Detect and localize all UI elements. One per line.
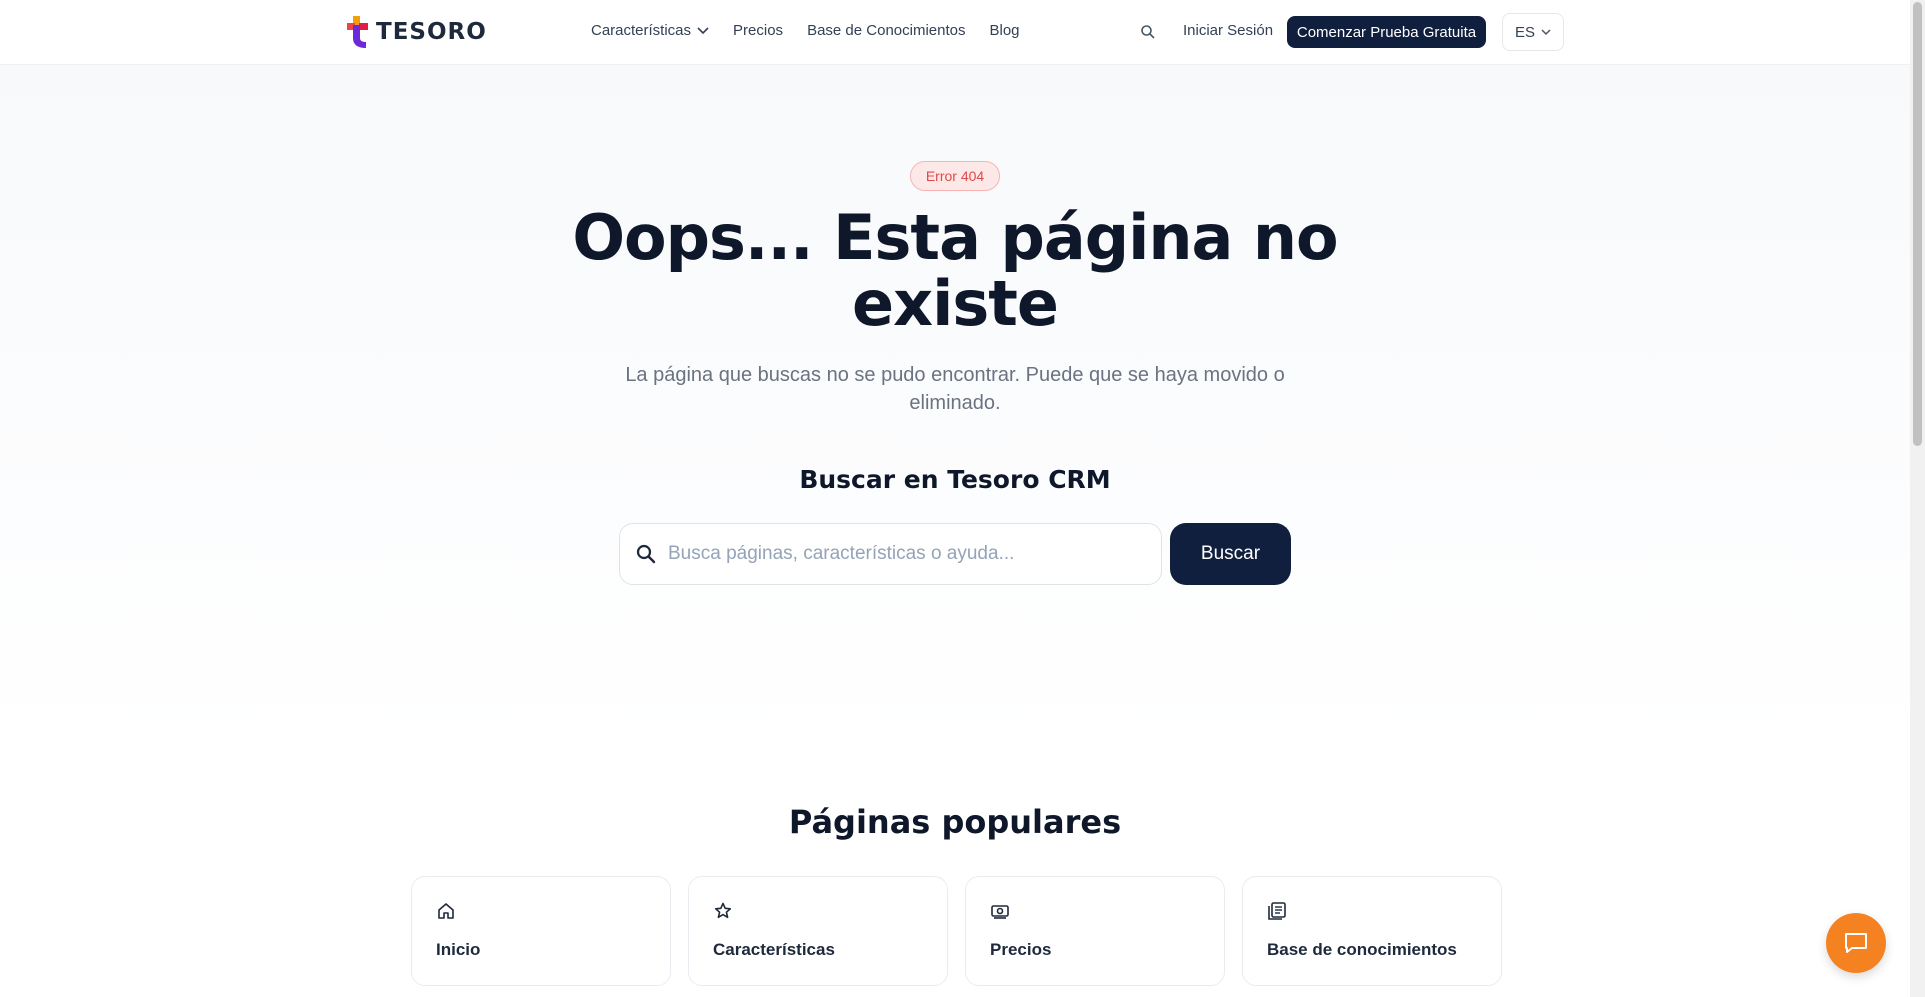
nav-links: Características Precios Base de Conocimi… <box>591 22 1044 39</box>
login-link[interactable]: Iniciar Sesión <box>1183 22 1273 39</box>
star-icon <box>714 902 732 919</box>
nav-link-label: Base de Conocimientos <box>807 22 966 39</box>
card-label: Inicio <box>436 940 481 959</box>
popular-pages-heading: Páginas populares <box>788 803 1122 841</box>
nav-link-knowledge-base[interactable]: Base de Conocimientos <box>807 22 965 39</box>
nav-link-blog[interactable]: Blog <box>990 22 1020 39</box>
popular-card-knowledge-base[interactable]: Base de conocimientos <box>1242 876 1502 986</box>
popular-pages-list: Inicio Características Precios Base de c… <box>411 876 1502 986</box>
logo[interactable]: TESORO <box>347 16 487 48</box>
nav-link-label: Precios <box>733 22 784 39</box>
chat-button[interactable] <box>1826 913 1886 973</box>
start-free-trial-button[interactable]: Comenzar Prueba Gratuita <box>1287 16 1486 48</box>
search-icon <box>636 544 656 564</box>
money-icon <box>991 905 1009 919</box>
top-navbar: TESORO Características Precios Base de C… <box>0 0 1910 65</box>
popular-card-features[interactable]: Características <box>688 876 948 986</box>
popular-card-home[interactable]: Inicio <box>411 876 671 986</box>
error-badge: Error 404 <box>910 161 1000 191</box>
search-heading: Buscar en Tesoro CRM <box>799 465 1111 494</box>
language-selector[interactable]: ES <box>1502 13 1564 51</box>
document-icon <box>1268 902 1286 920</box>
search-button[interactable]: Buscar <box>1170 523 1291 585</box>
nav-link-features[interactable]: Características <box>591 22 709 39</box>
chevron-down-icon <box>1541 28 1551 35</box>
chevron-down-icon <box>697 26 709 34</box>
card-label: Base de conocimientos <box>1267 940 1457 959</box>
tesoro-logo-icon <box>347 16 368 48</box>
logo-text: TESORO <box>376 19 487 45</box>
hero-section: Error 404 Oops... Esta página no existe … <box>0 65 1910 745</box>
nav-link-label: Características <box>591 22 692 39</box>
chat-icon <box>1845 933 1867 953</box>
scrollbar-thumb[interactable] <box>1913 2 1922 446</box>
search-input[interactable] <box>668 543 1148 565</box>
page-title: Oops... Esta página no existe <box>572 201 1338 340</box>
popular-card-pricing[interactable]: Precios <box>965 876 1225 986</box>
search-field[interactable] <box>619 523 1162 585</box>
nav-link-label: Blog <box>989 22 1020 39</box>
page-subtitle: La página que buscas no se pudo encontra… <box>625 364 1285 414</box>
nav-link-pricing[interactable]: Precios <box>733 22 783 39</box>
home-icon <box>438 903 454 919</box>
scrollbar[interactable] <box>1910 0 1925 997</box>
language-label: ES <box>1514 23 1535 41</box>
search-icon[interactable] <box>1140 24 1156 40</box>
card-label: Precios <box>990 940 1052 959</box>
card-label: Características <box>713 940 835 959</box>
